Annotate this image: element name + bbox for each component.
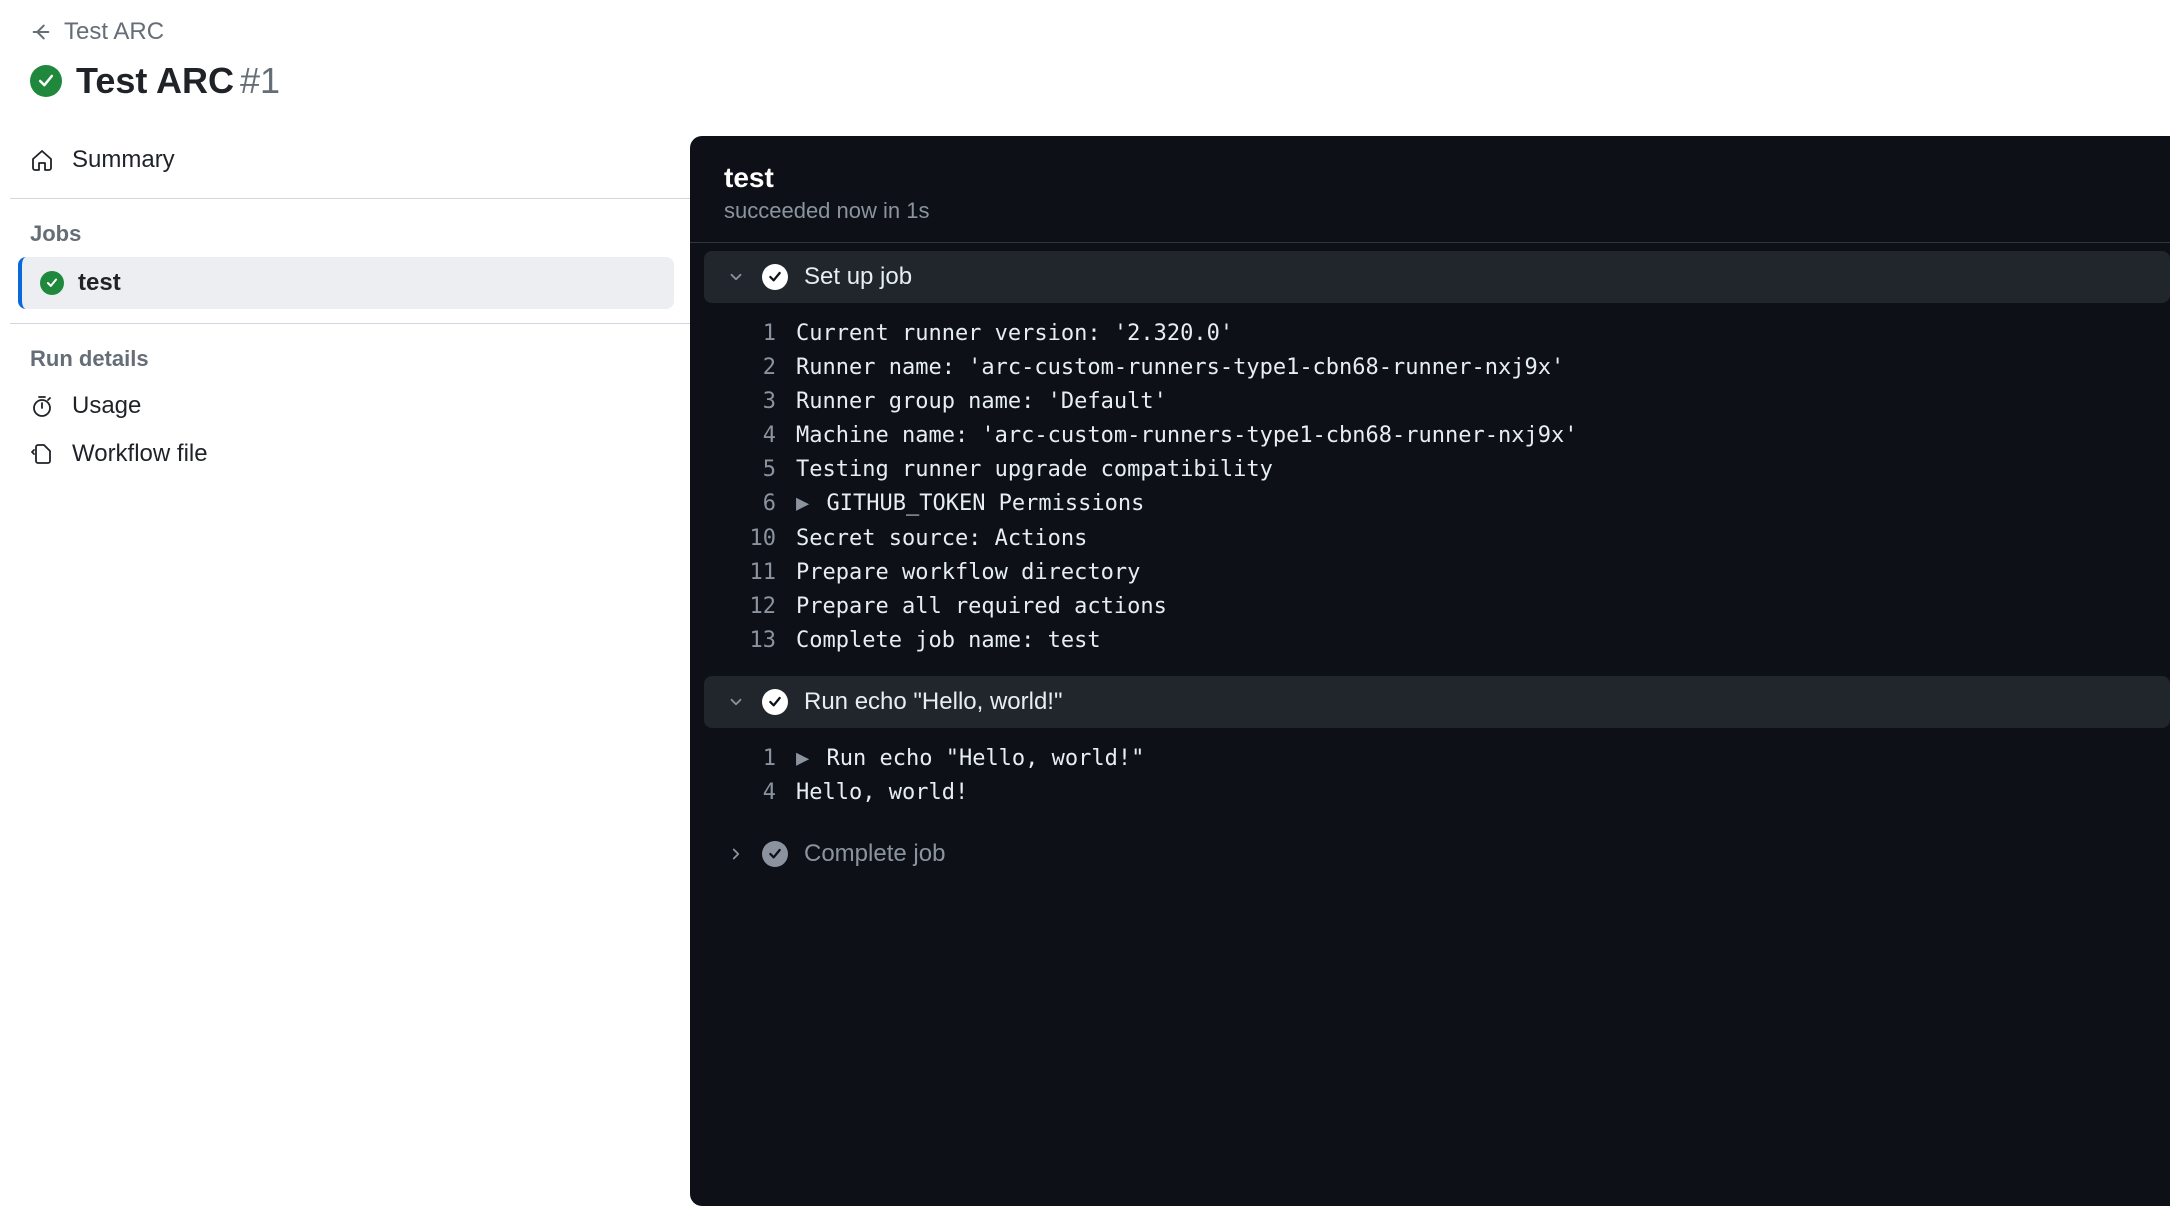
job-list: test <box>10 257 690 309</box>
run-number: #1 <box>240 60 280 101</box>
line-number: 12 <box>724 590 776 624</box>
log-line: 6 ▶ GITHUB_TOKEN Permissions <box>690 487 2170 521</box>
log-job-title: test <box>724 162 2136 194</box>
line-number: 2 <box>724 351 776 385</box>
divider <box>10 198 690 199</box>
line-number: 10 <box>724 522 776 556</box>
nav-workflow-file[interactable]: Workflow file <box>10 430 690 478</box>
log-step-label: Complete job <box>804 840 945 868</box>
fold-caret-icon[interactable]: ▶ <box>796 491 809 516</box>
run-details-heading: Run details <box>10 338 690 382</box>
line-number: 1 <box>724 742 776 776</box>
nav-usage-label: Usage <box>72 392 141 420</box>
log-line: 4 Hello, world! <box>690 776 2170 810</box>
run-status-icon <box>30 65 62 97</box>
line-number: 13 <box>724 624 776 658</box>
main-layout: Summary Jobs test Run details Usage <box>0 136 2170 1206</box>
breadcrumb-back[interactable]: Test ARC <box>30 18 164 46</box>
line-content: Prepare all required actions <box>796 590 1167 624</box>
line-number: 4 <box>724 419 776 453</box>
fold-caret-icon[interactable]: ▶ <box>796 746 809 771</box>
nav-workflow-file-label: Workflow file <box>72 440 208 468</box>
chevron-down-icon <box>726 693 746 711</box>
log-job-status: succeeded now in 1s <box>724 198 2136 224</box>
log-steps: Set up job 1 Current runner version: '2.32… <box>690 251 2170 880</box>
line-number: 6 <box>724 487 776 521</box>
log-line: 2 Runner name: 'arc-custom-runners-type1-… <box>690 351 2170 385</box>
check-circle-icon <box>762 841 788 867</box>
jobs-heading: Jobs <box>10 213 690 257</box>
run-title-row: Test ARC#1 <box>30 60 2140 102</box>
arrow-left-icon <box>30 21 52 43</box>
stopwatch-icon <box>30 394 54 418</box>
log-line: 13 Complete job name: test <box>690 624 2170 658</box>
line-number: 1 <box>724 317 776 351</box>
log-lines: 1 Current runner version: '2.320.0' 2 Runne… <box>690 311 2170 668</box>
line-content: Runner group name: 'Default' <box>796 385 1167 419</box>
divider <box>10 323 690 324</box>
log-line: 4 Machine name: 'arc-custom-runners-type1… <box>690 419 2170 453</box>
log-line: 10 Secret source: Actions <box>690 522 2170 556</box>
line-content: ▶ Run echo "Hello, world!" <box>796 742 1144 776</box>
log-step-header[interactable]: Run echo "Hello, world!" <box>704 676 2170 728</box>
workflow-file-icon <box>30 442 54 466</box>
line-content: Complete job name: test <box>796 624 1101 658</box>
nav-summary[interactable]: Summary <box>10 136 690 184</box>
nav-usage[interactable]: Usage <box>10 382 690 430</box>
log-panel: test succeeded now in 1s Set up job 1 Curr… <box>690 136 2170 1206</box>
log-header: test succeeded now in 1s <box>690 136 2170 242</box>
chevron-right-icon <box>726 845 746 863</box>
job-item-label: test <box>78 269 121 297</box>
content-area: test succeeded now in 1s Set up job 1 Curr… <box>690 136 2170 1206</box>
log-step-label: Run echo "Hello, world!" <box>804 688 1063 716</box>
log-lines: 1 ▶ Run echo "Hello, world!" 4 Hello, world… <box>690 736 2170 820</box>
log-step-label: Set up job <box>804 263 912 291</box>
log-line: 3 Runner group name: 'Default' <box>690 385 2170 419</box>
home-icon <box>30 148 54 172</box>
line-content: Runner name: 'arc-custom-runners-type1-c… <box>796 351 1564 385</box>
log-line: 11 Prepare workflow directory <box>690 556 2170 590</box>
page-header: Test ARC Test ARC#1 <box>0 0 2170 102</box>
line-number: 11 <box>724 556 776 590</box>
sidebar: Summary Jobs test Run details Usage <box>0 136 690 1206</box>
line-content: Prepare workflow directory <box>796 556 1140 590</box>
log-line: 12 Prepare all required actions <box>690 590 2170 624</box>
divider <box>690 242 2170 243</box>
nav-summary-label: Summary <box>72 146 175 174</box>
check-circle-icon <box>762 264 788 290</box>
line-number: 4 <box>724 776 776 810</box>
line-content: Testing runner upgrade compatibility <box>796 453 1273 487</box>
line-content: ▶ GITHUB_TOKEN Permissions <box>796 487 1144 521</box>
line-content: Machine name: 'arc-custom-runners-type1-… <box>796 419 1577 453</box>
line-content: Current runner version: '2.320.0' <box>796 317 1233 351</box>
line-content: Hello, world! <box>796 776 968 810</box>
line-content: Secret source: Actions <box>796 522 1087 556</box>
chevron-down-icon <box>726 268 746 286</box>
log-line: 1 ▶ Run echo "Hello, world!" <box>690 742 2170 776</box>
line-number: 5 <box>724 453 776 487</box>
log-step-header[interactable]: Complete job <box>704 828 2170 880</box>
job-item[interactable]: test <box>18 257 674 309</box>
check-circle-icon <box>762 689 788 715</box>
line-number: 3 <box>724 385 776 419</box>
log-line: 5 Testing runner upgrade compatibility <box>690 453 2170 487</box>
log-line: 1 Current runner version: '2.320.0' <box>690 317 2170 351</box>
breadcrumb-label: Test ARC <box>64 18 164 46</box>
check-circle-icon <box>40 271 64 295</box>
run-title: Test ARC#1 <box>76 60 280 102</box>
log-step-header[interactable]: Set up job <box>704 251 2170 303</box>
